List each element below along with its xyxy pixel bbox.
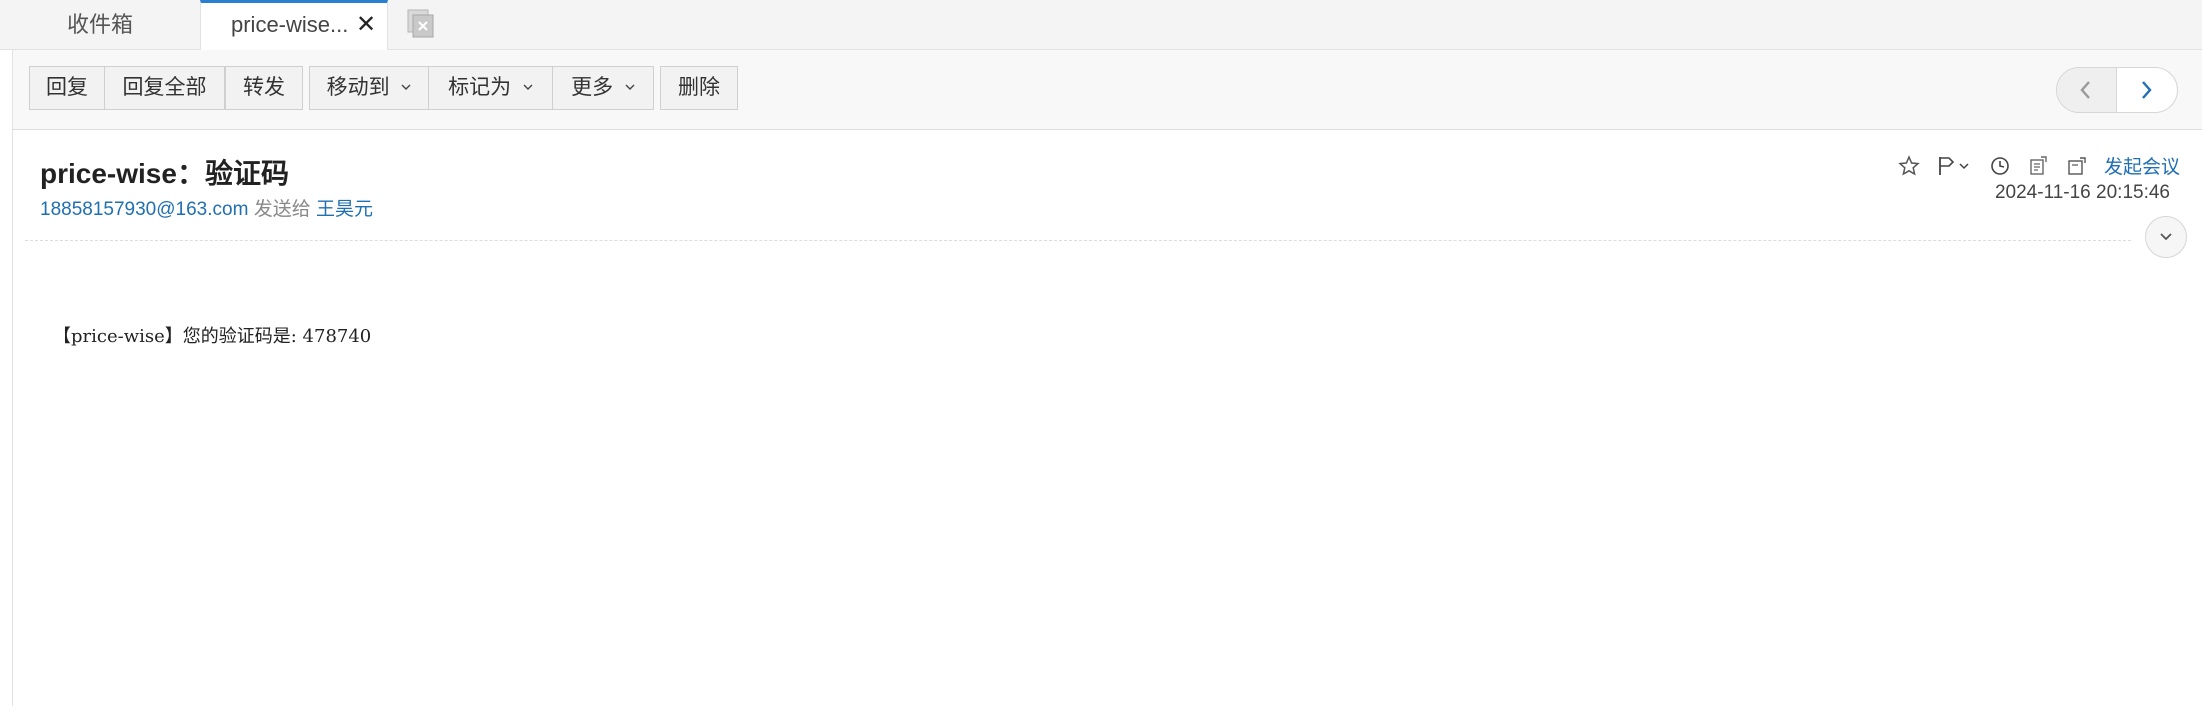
star-icon[interactable]	[1897, 154, 1920, 177]
mark-as-button[interactable]: 标记为	[428, 66, 553, 110]
reply-button[interactable]: 回复	[29, 66, 105, 110]
move-to-button[interactable]: 移动到	[309, 66, 429, 110]
mail-datetime: 2024-11-16 20:15:46	[1994, 182, 2170, 203]
previous-mail-button[interactable]	[2057, 68, 2117, 112]
sent-to-label: 发送给	[253, 199, 311, 220]
mail-meta: 18858157930@163.com 发送给 王昊元	[40, 194, 373, 221]
tab-inbox[interactable]: 收件箱	[0, 0, 200, 50]
delete-button[interactable]: 删除	[660, 66, 738, 110]
chevron-down-icon	[625, 84, 635, 90]
chevron-down-icon	[2160, 233, 2172, 241]
sender-address[interactable]: 18858157930@163.com	[40, 199, 248, 220]
next-mail-button[interactable]	[2117, 68, 2177, 112]
move-to-label: 移动到	[326, 76, 390, 99]
tab-bar: 收件箱 price-wise... ✕	[0, 0, 2202, 51]
forward-button[interactable]: 转发	[225, 66, 303, 110]
more-button[interactable]: 更多	[552, 66, 654, 110]
close-all-tabs-icon[interactable]	[406, 9, 436, 39]
mail-actions: 发起会议	[1886, 152, 2180, 180]
chevron-right-icon	[2142, 81, 2152, 99]
mail-body: 【price-wise】您的验证码是: 478740	[53, 326, 372, 347]
tab-mail-active[interactable]: price-wise... ✕	[200, 0, 388, 51]
recipient-name[interactable]: 王昊元	[316, 199, 373, 220]
reply-all-button[interactable]: 回复全部	[104, 66, 225, 110]
chevron-down-icon	[401, 84, 411, 90]
start-meeting-link[interactable]: 发起会议	[2104, 152, 2180, 179]
header-divider	[25, 240, 2131, 241]
chevron-down-icon	[523, 84, 533, 90]
chevron-left-icon	[2080, 81, 2090, 99]
expand-details-button[interactable]	[2145, 216, 2187, 258]
mail-toolbar: 回复 回复全部 转发 移动到 标记为 更多 删除	[12, 50, 2202, 130]
note-icon[interactable]	[2066, 155, 2088, 177]
close-tab-icon[interactable]: ✕	[355, 13, 377, 37]
tab-mail-label: price-wise...	[231, 12, 349, 37]
mail-reader: price-wise：验证码 18858157930@163.com 发送给 王…	[12, 130, 2202, 706]
mark-as-label: 标记为	[448, 76, 512, 99]
clock-icon[interactable]	[1989, 155, 2011, 177]
more-label: 更多	[571, 76, 614, 99]
mail-subject: price-wise：验证码	[40, 158, 289, 189]
mail-pager	[2056, 67, 2178, 113]
flag-icon[interactable]	[1936, 155, 1972, 177]
export-icon[interactable]	[2027, 155, 2049, 177]
